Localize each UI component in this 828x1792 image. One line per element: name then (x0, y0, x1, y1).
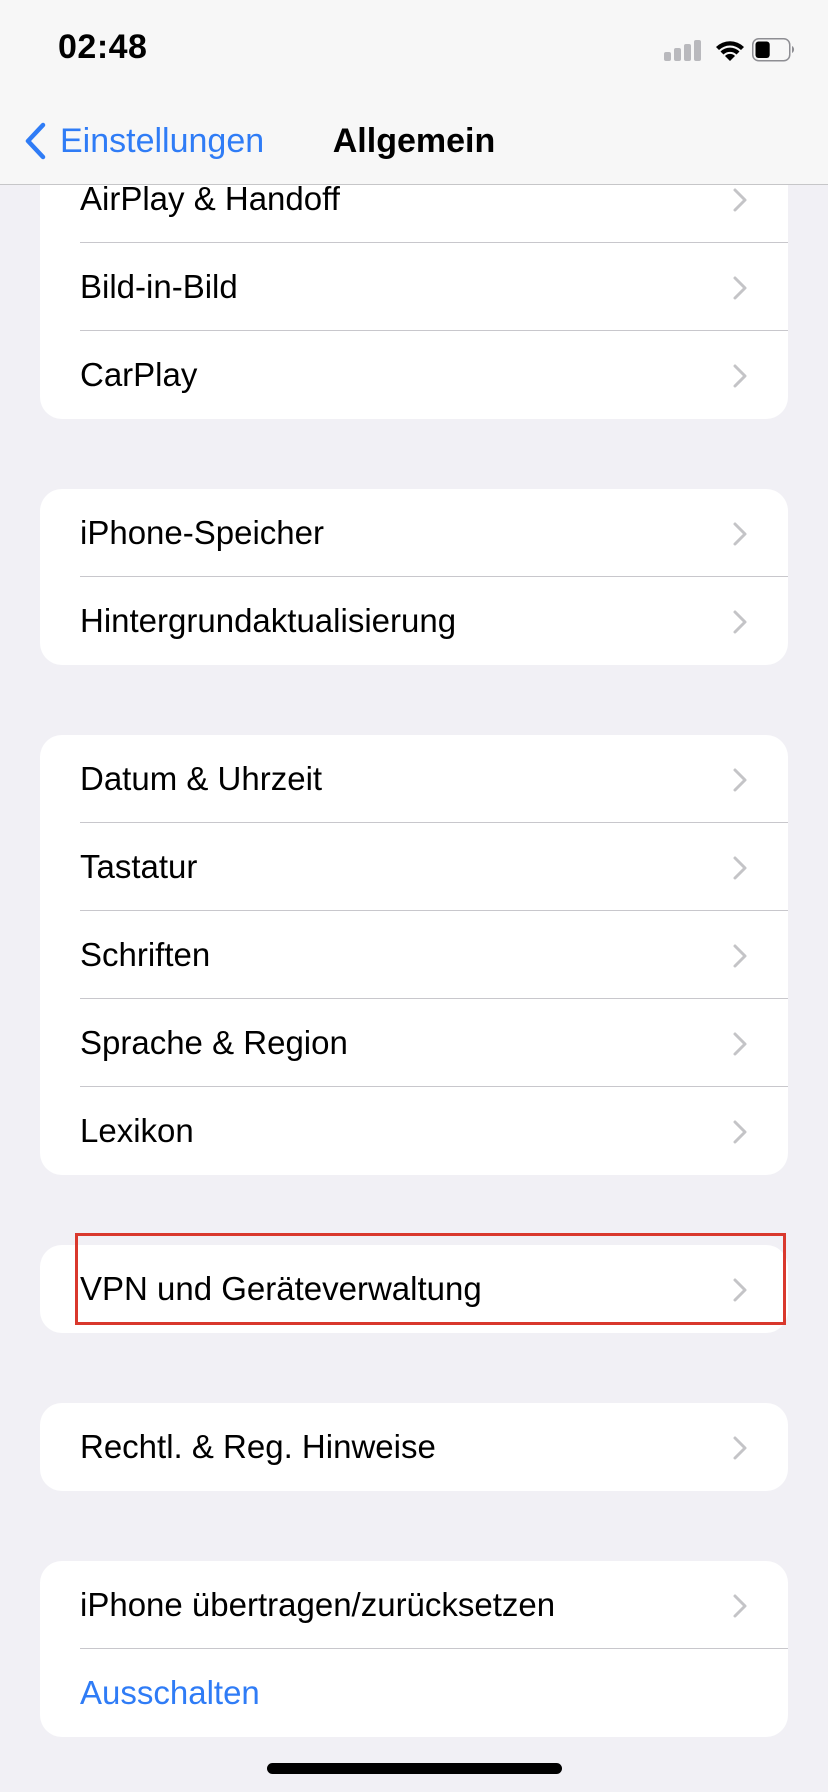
row-label: Lexikon (80, 1112, 194, 1149)
status-time: 02:48 (58, 28, 148, 66)
settings-row-fonts[interactable]: Schriften (40, 911, 788, 999)
wifi-icon (716, 41, 744, 61)
row-label: AirPlay & Handoff (80, 180, 340, 217)
settings-group-legal: Rechtl. & Reg. Hinweise (40, 1403, 788, 1491)
chevron-right-icon (733, 364, 747, 388)
chevron-right-icon (733, 1120, 747, 1144)
row-label: Bild-in-Bild (80, 268, 238, 305)
row-label: Tastatur (80, 848, 198, 885)
settings-row-language-region[interactable]: Sprache & Region (40, 999, 788, 1087)
settings-row-picture-in-picture[interactable]: Bild-in-Bild (40, 243, 788, 331)
row-label: VPN und Geräteverwaltung (80, 1270, 482, 1307)
row-label: CarPlay (80, 356, 198, 393)
settings-row-transfer-reset[interactable]: iPhone übertragen/zurücksetzen (40, 1561, 788, 1649)
settings-row-vpn-device-management[interactable]: VPN und Geräteverwaltung (40, 1245, 788, 1333)
settings-row-background-refresh[interactable]: Hintergrundaktualisierung (40, 577, 788, 665)
settings-row-iphone-storage[interactable]: iPhone-Speicher (40, 489, 788, 577)
chevron-right-icon (733, 944, 747, 968)
row-label: Schriften (80, 936, 211, 973)
chevron-right-icon (733, 1278, 747, 1302)
chevron-right-icon (733, 1032, 747, 1056)
chevron-right-icon (733, 768, 747, 792)
home-indicator[interactable] (267, 1763, 562, 1774)
chevron-right-icon (733, 1594, 747, 1618)
settings-row-date-time[interactable]: Datum & Uhrzeit (40, 735, 788, 823)
chevron-right-icon (733, 276, 747, 300)
row-label: Rechtl. & Reg. Hinweise (80, 1428, 436, 1465)
settings-group-locale: Datum & Uhrzeit Tastatur Schriften Sprac… (40, 735, 788, 1175)
shutdown-button[interactable]: Ausschalten (40, 1649, 788, 1737)
chevron-right-icon (733, 1436, 747, 1460)
row-label: Datum & Uhrzeit (80, 760, 323, 797)
settings-group-vpn: VPN und Geräteverwaltung (40, 1245, 788, 1333)
status-bar: 02:48 (0, 0, 828, 100)
settings-row-dictionary[interactable]: Lexikon (40, 1087, 788, 1175)
navigation-bar: Einstellungen Allgemein (0, 100, 828, 185)
settings-row-carplay[interactable]: CarPlay (40, 331, 788, 419)
settings-row-keyboard[interactable]: Tastatur (40, 823, 788, 911)
row-label: iPhone-Speicher (80, 514, 324, 551)
settings-group-connectivity: AirPlay & Handoff Bild-in-Bild CarPlay (40, 155, 788, 419)
chevron-right-icon (733, 610, 747, 634)
chevron-right-icon (733, 522, 747, 546)
row-label: Hintergrundaktualisierung (80, 602, 457, 639)
settings-group-reset: iPhone übertragen/zurücksetzen Ausschalt… (40, 1561, 788, 1737)
battery-icon (752, 38, 795, 62)
row-label: iPhone übertragen/zurücksetzen (80, 1586, 556, 1623)
settings-row-legal-regulatory[interactable]: Rechtl. & Reg. Hinweise (40, 1403, 788, 1491)
cellular-signal-icon (664, 40, 701, 61)
chevron-right-icon (733, 188, 747, 212)
settings-group-storage: iPhone-Speicher Hintergrundaktualisierun… (40, 489, 788, 665)
row-label: Sprache & Region (80, 1024, 348, 1061)
chevron-right-icon (733, 856, 747, 880)
page-title: Allgemein (332, 122, 496, 160)
status-icons (664, 34, 796, 66)
shutdown-button-label: Ausschalten (80, 1674, 260, 1711)
